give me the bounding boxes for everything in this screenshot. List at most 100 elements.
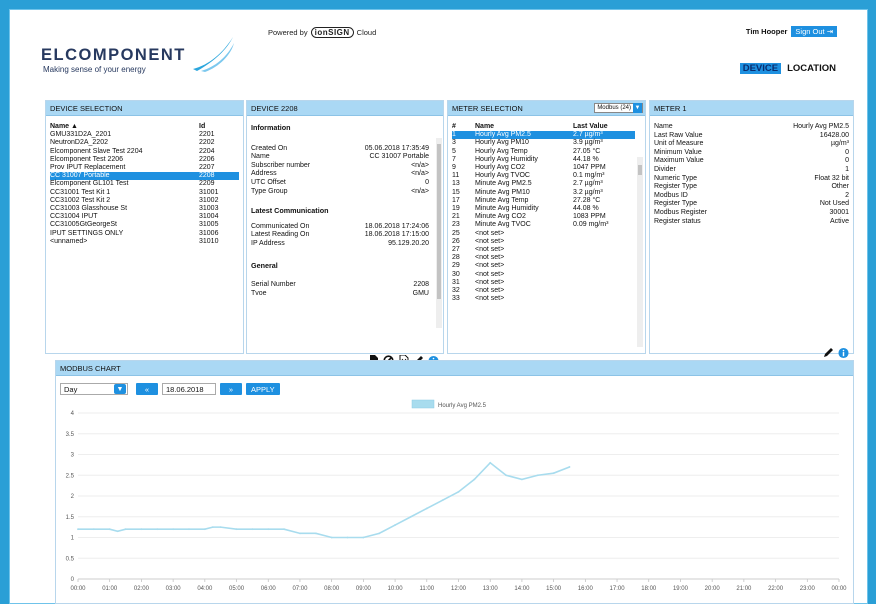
data-point[interactable] bbox=[188, 528, 190, 531]
table-row[interactable]: 30 <not set> bbox=[452, 271, 635, 279]
data-point[interactable] bbox=[346, 536, 349, 539]
data-point[interactable] bbox=[211, 526, 214, 529]
table-row[interactable]: CC31002 Test Kit 2 31002 bbox=[50, 197, 239, 205]
data-point[interactable] bbox=[410, 515, 412, 518]
col-name-header[interactable]: Name ▲ bbox=[50, 123, 199, 131]
table-row[interactable]: 19 Minute Avg Humidity 44.08 % bbox=[452, 205, 635, 213]
edit-pencil-icon[interactable] bbox=[823, 347, 834, 358]
data-point[interactable] bbox=[172, 528, 175, 531]
data-point[interactable] bbox=[116, 530, 119, 533]
data-point[interactable] bbox=[92, 528, 95, 531]
meter-name: <not set> bbox=[475, 246, 505, 254]
data-point[interactable] bbox=[362, 536, 365, 539]
data-point[interactable] bbox=[77, 528, 79, 531]
table-row[interactable]: 1 Hourly Avg PM2.5 2.7 µg/m³ bbox=[452, 131, 635, 140]
nav-device[interactable]: DEVICE bbox=[739, 63, 782, 74]
data-point[interactable] bbox=[378, 532, 381, 535]
table-row[interactable]: 7 Hourly Avg Humidity 44.18 % bbox=[452, 156, 635, 164]
data-point[interactable] bbox=[314, 532, 317, 535]
data-point[interactable] bbox=[251, 528, 254, 531]
table-row[interactable]: GMU331D2A_2201 2201 bbox=[50, 131, 239, 139]
meter-number: 7 bbox=[452, 155, 456, 163]
data-point[interactable] bbox=[203, 528, 206, 531]
table-row[interactable]: Elcomponent GL101 Test 2209 bbox=[50, 180, 239, 188]
table-row[interactable]: 23 Minute Avg TVOC 0.09 mg/m³ bbox=[452, 221, 635, 229]
table-row[interactable]: CC31003 Glasshouse St 31003 bbox=[50, 205, 239, 213]
data-point[interactable] bbox=[568, 466, 571, 468]
table-row[interactable]: CC31001 Test Kit 1 31001 bbox=[50, 189, 239, 197]
meter-name: <not set> bbox=[475, 237, 505, 245]
data-point[interactable] bbox=[521, 478, 523, 481]
prev-date-button[interactable]: « bbox=[136, 383, 158, 395]
meter-number: 5 bbox=[452, 147, 456, 155]
data-point[interactable] bbox=[505, 474, 507, 477]
table-row[interactable]: 13 Minute Avg PM2.5 2.7 µg/m³ bbox=[452, 180, 635, 188]
table-row[interactable]: 9 Hourly Avg CO2 1047 PPM bbox=[452, 164, 635, 172]
table-row[interactable]: 17 Minute Avg Temp 27.28 °C bbox=[452, 197, 635, 205]
data-point[interactable] bbox=[267, 528, 270, 531]
data-point[interactable] bbox=[473, 478, 476, 481]
col-id-header[interactable]: Id bbox=[199, 123, 239, 131]
data-point[interactable] bbox=[156, 528, 159, 531]
meter-name: Minute Avg Humidity bbox=[475, 205, 539, 213]
sign-out-button[interactable]: Sign Out ⇥ bbox=[791, 26, 837, 37]
col-name-header[interactable]: Name bbox=[475, 123, 573, 131]
data-point[interactable] bbox=[457, 490, 460, 493]
data-point[interactable] bbox=[235, 528, 238, 531]
period-select[interactable]: Day ▼ bbox=[60, 383, 128, 395]
table-row[interactable]: 29 <not set> bbox=[452, 262, 635, 270]
table-row[interactable]: 21 Minute Avg CO2 1083 PPM bbox=[452, 213, 635, 221]
table-row[interactable]: NeutronD2A_2202 2202 bbox=[50, 139, 239, 147]
col-value-header[interactable]: Last Value bbox=[573, 123, 635, 131]
table-row[interactable]: 25 <not set> bbox=[452, 230, 635, 238]
data-point[interactable] bbox=[441, 499, 444, 502]
table-row[interactable]: 28 <not set> bbox=[452, 254, 635, 262]
data-point[interactable] bbox=[124, 528, 127, 531]
chevron-down-icon[interactable]: ▼ bbox=[633, 103, 642, 113]
data-point[interactable] bbox=[425, 507, 428, 510]
table-row[interactable]: Elcomponent Slave Test 2204 2204 bbox=[50, 148, 239, 156]
device-scrollbar[interactable] bbox=[436, 138, 442, 328]
data-point[interactable] bbox=[330, 536, 333, 539]
nav-location[interactable]: LOCATION bbox=[787, 63, 836, 74]
legend-swatch[interactable] bbox=[411, 399, 435, 409]
table-row[interactable]: 11 Hourly Avg TVOC 0.1 mg/m³ bbox=[452, 172, 635, 180]
table-row[interactable]: Elcomponent Test 2206 2206 bbox=[50, 156, 239, 164]
data-point[interactable] bbox=[283, 528, 286, 531]
meter-scrollbar[interactable] bbox=[637, 157, 643, 347]
table-row[interactable]: 15 Minute Avg PM10 3.2 µg/m³ bbox=[452, 189, 635, 197]
table-row[interactable]: Prov IPUT Replacement 2207 bbox=[50, 164, 239, 172]
modbus-dropdown[interactable]: Modbus (24) ▼ bbox=[594, 103, 643, 113]
data-point[interactable] bbox=[552, 472, 555, 475]
apply-button[interactable]: APPLY bbox=[246, 383, 280, 395]
powered-by-label: Powered by bbox=[268, 28, 308, 37]
y-tick-label: 3.5 bbox=[66, 432, 75, 438]
table-row[interactable]: 33 <not set> bbox=[452, 295, 635, 303]
data-point[interactable] bbox=[108, 528, 111, 531]
table-row[interactable]: 27 <not set> bbox=[452, 246, 635, 254]
y-tick-label: 2.5 bbox=[66, 473, 75, 479]
scrollbar-thumb[interactable] bbox=[638, 165, 642, 175]
table-row[interactable]: CC31004 IPUT 31004 bbox=[50, 213, 239, 221]
table-row[interactable]: 3 Hourly Avg PM10 3.9 µg/m³ bbox=[452, 139, 635, 147]
data-point[interactable] bbox=[489, 461, 492, 464]
data-point[interactable] bbox=[219, 526, 222, 529]
data-point[interactable] bbox=[536, 474, 539, 477]
table-row[interactable]: <unnamed> 31010 bbox=[50, 238, 239, 246]
col-num-header[interactable]: # bbox=[452, 123, 475, 131]
table-row[interactable]: 32 <not set> bbox=[452, 287, 635, 295]
data-point[interactable] bbox=[299, 532, 301, 535]
info-icon[interactable] bbox=[838, 347, 849, 358]
table-row[interactable]: IPUT SETTINGS ONLY 31006 bbox=[50, 230, 239, 238]
scrollbar-thumb[interactable] bbox=[437, 144, 441, 299]
next-date-button[interactable]: » bbox=[220, 383, 242, 395]
table-row[interactable]: 26 <not set> bbox=[452, 238, 635, 246]
data-point[interactable] bbox=[140, 528, 143, 531]
table-row[interactable]: CC 31007 Portable 2208 bbox=[50, 172, 239, 181]
table-row[interactable]: 31 <not set> bbox=[452, 279, 635, 287]
data-point[interactable] bbox=[394, 524, 396, 526]
date-input[interactable]: 18.06.2018 bbox=[162, 383, 216, 395]
table-row[interactable]: 5 Hourly Avg Temp 27.05 °C bbox=[452, 148, 635, 156]
device-name: Prov IPUT Replacement bbox=[50, 164, 126, 172]
table-row[interactable]: CC31005GtGeorgeSt 31005 bbox=[50, 221, 239, 229]
